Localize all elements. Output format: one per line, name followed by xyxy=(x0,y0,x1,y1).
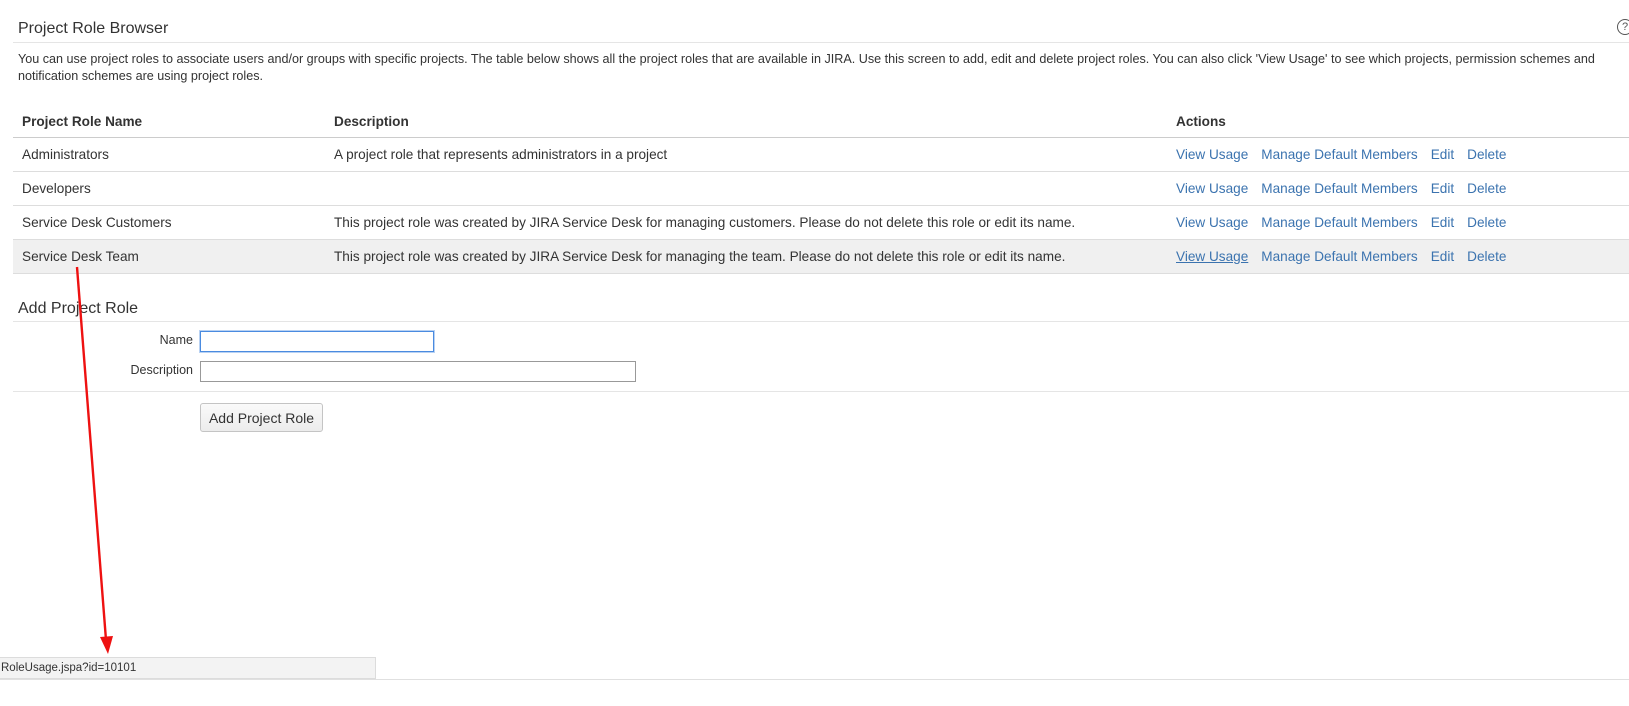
description-label: Description xyxy=(130,363,193,377)
page-title: Project Role Browser xyxy=(18,20,169,37)
table-body: Administrators A project role that repres… xyxy=(13,137,1629,274)
role-name-cell: Service Desk Team xyxy=(13,239,325,274)
table-row: Service Desk Team This project role was c… xyxy=(13,239,1629,274)
view-usage-link[interactable]: View Usage xyxy=(1176,215,1248,230)
annotation-arrow-line xyxy=(75,266,108,641)
role-actions-cell: View Usage Manage Default Members Edit Dele… xyxy=(1167,239,1629,274)
view-usage-link[interactable]: View Usage xyxy=(1176,249,1248,264)
header-project-role-name: Project Role Name xyxy=(13,105,325,138)
manage-default-members-link[interactable]: Manage Default Members xyxy=(1261,249,1417,264)
add-project-role-button[interactable]: Add Project Role xyxy=(200,403,323,432)
role-name-cell: Administrators xyxy=(13,137,325,172)
delete-link[interactable]: Delete xyxy=(1467,181,1506,196)
project-roles-table: Project Role Name Description Actions Ad… xyxy=(13,105,1629,274)
delete-link[interactable]: Delete xyxy=(1467,147,1506,162)
table-row: Administrators A project role that repres… xyxy=(13,137,1629,172)
view-usage-link[interactable]: View Usage xyxy=(1176,147,1248,162)
delete-link[interactable]: Delete xyxy=(1467,249,1506,264)
bottom-divider xyxy=(0,679,1629,680)
role-description-cell xyxy=(325,171,1167,206)
header-description: Description xyxy=(325,105,1167,138)
add-section-divider xyxy=(13,321,1629,322)
role-name-cell: Service Desk Customers xyxy=(13,205,325,240)
table-header-row: Project Role Name Description Actions xyxy=(13,105,1629,138)
intro-text: You can use project roles to associate u… xyxy=(18,52,1595,83)
role-actions-cell: View Usage Manage Default Members Edit Dele… xyxy=(1167,205,1629,240)
edit-link[interactable]: Edit xyxy=(1431,181,1454,196)
annotation-arrow-head xyxy=(100,636,113,654)
manage-default-members-link[interactable]: Manage Default Members xyxy=(1261,147,1417,162)
form-divider xyxy=(13,391,1629,392)
table-row: Service Desk Customers This project role … xyxy=(13,205,1629,240)
project-role-browser-page: Project Role Browser ? You can use proje… xyxy=(0,0,1629,706)
delete-link[interactable]: Delete xyxy=(1467,215,1506,230)
manage-default-members-link[interactable]: Manage Default Members xyxy=(1261,215,1417,230)
role-actions-cell: View Usage Manage Default Members Edit Dele… xyxy=(1167,137,1629,172)
role-actions-cell: View Usage Manage Default Members Edit Dele… xyxy=(1167,171,1629,206)
role-description-cell: This project role was created by JIRA Se… xyxy=(325,239,1167,274)
header-actions: Actions xyxy=(1167,105,1629,138)
manage-default-members-link[interactable]: Manage Default Members xyxy=(1261,181,1417,196)
edit-link[interactable]: Edit xyxy=(1431,249,1454,264)
view-usage-link[interactable]: View Usage xyxy=(1176,181,1248,196)
name-label: Name xyxy=(159,333,193,347)
name-input[interactable] xyxy=(200,331,434,352)
name-form-row: Name xyxy=(13,330,193,354)
help-icon[interactable]: ? xyxy=(1617,19,1629,35)
description-input[interactable] xyxy=(200,361,636,382)
add-project-role-title: Add Project Role xyxy=(18,300,139,317)
description-form-row: Description xyxy=(13,360,193,384)
edit-link[interactable]: Edit xyxy=(1431,215,1454,230)
table-row: Developers View Usage Manage Default Membe… xyxy=(13,171,1629,206)
role-description-cell: A project role that represents administr… xyxy=(325,137,1167,172)
title-divider xyxy=(13,42,1629,43)
role-description-cell: This project role was created by JIRA Se… xyxy=(325,205,1167,240)
browser-status-bar: RoleUsage.jspa?id=10101 xyxy=(0,657,376,679)
role-name-cell: Developers xyxy=(13,171,325,206)
edit-link[interactable]: Edit xyxy=(1431,147,1454,162)
page-header: Project Role Browser ? xyxy=(18,18,1629,42)
